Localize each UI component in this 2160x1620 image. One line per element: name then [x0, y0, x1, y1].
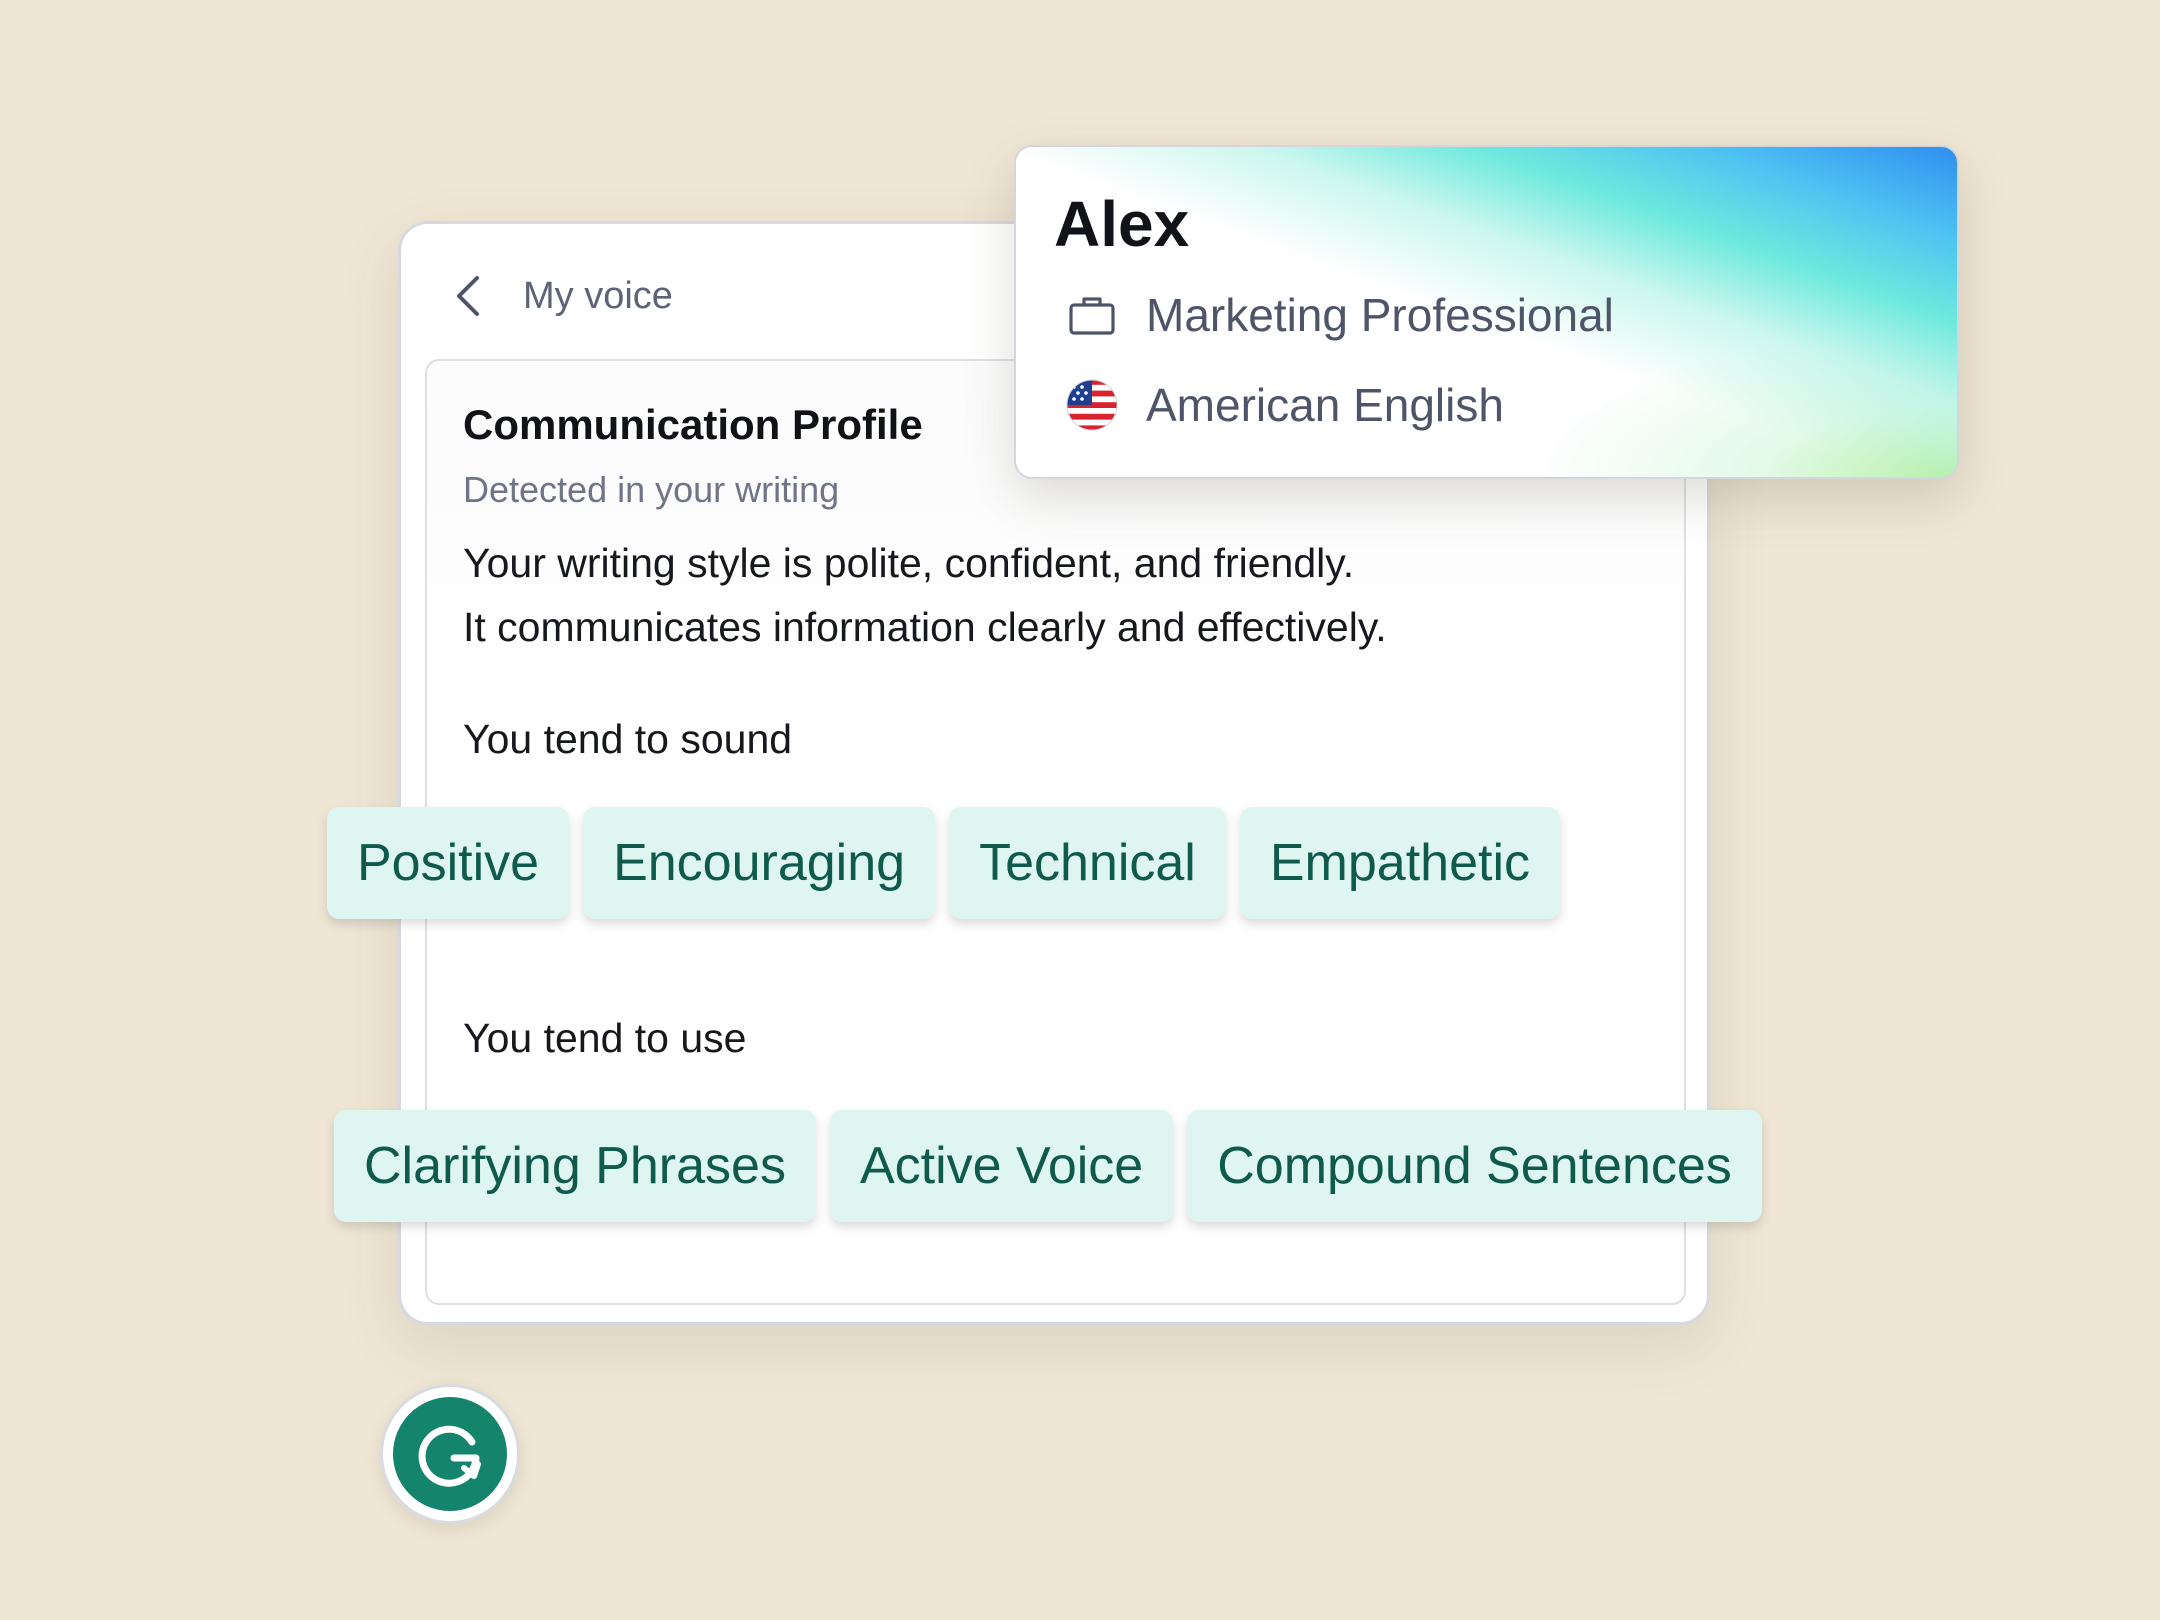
profile-description: Your writing style is polite, confident,…	[463, 531, 1387, 659]
back-button[interactable]	[441, 268, 497, 324]
card-subtitle: Detected in your writing	[463, 469, 840, 510]
panel-title: My voice	[523, 275, 673, 317]
language-text: American English	[1146, 379, 1504, 431]
language-row: American English	[1066, 375, 1504, 435]
tag-active-voice[interactable]: Active Voice	[829, 1110, 1174, 1222]
tag-compound-sentences[interactable]: Compound Sentences	[1187, 1110, 1762, 1222]
use-section-label: You tend to use	[463, 1015, 747, 1061]
description-line: Your writing style is polite, confident,…	[463, 540, 1355, 586]
sound-section-label: You tend to sound	[463, 716, 793, 762]
tag-positive[interactable]: Positive	[327, 807, 570, 919]
tag-clarifying-phrases[interactable]: Clarifying Phrases	[334, 1110, 816, 1222]
sound-tags: Positive Encouraging Technical Empatheti…	[327, 807, 1561, 919]
use-tags: Clarifying Phrases Active Voice Compound…	[334, 1110, 1762, 1222]
chevron-left-icon	[457, 276, 479, 316]
user-profile-card: Alex Marketing Professional American Eng…	[1014, 145, 1959, 479]
grammarly-logo-icon	[393, 1397, 507, 1511]
occupation-text: Marketing Professional	[1146, 289, 1614, 341]
tag-encouraging[interactable]: Encouraging	[583, 807, 936, 919]
tag-empathetic[interactable]: Empathetic	[1239, 807, 1561, 919]
occupation-row: Marketing Professional	[1066, 285, 1614, 345]
us-flag-icon	[1066, 379, 1118, 431]
tag-technical[interactable]: Technical	[949, 807, 1226, 919]
grammarly-logo[interactable]	[380, 1384, 520, 1524]
description-line: It communicates information clearly and …	[463, 604, 1387, 650]
profile-name: Alex	[1054, 188, 1190, 260]
briefcase-icon	[1066, 289, 1118, 341]
card-title: Communication Profile	[463, 401, 923, 448]
